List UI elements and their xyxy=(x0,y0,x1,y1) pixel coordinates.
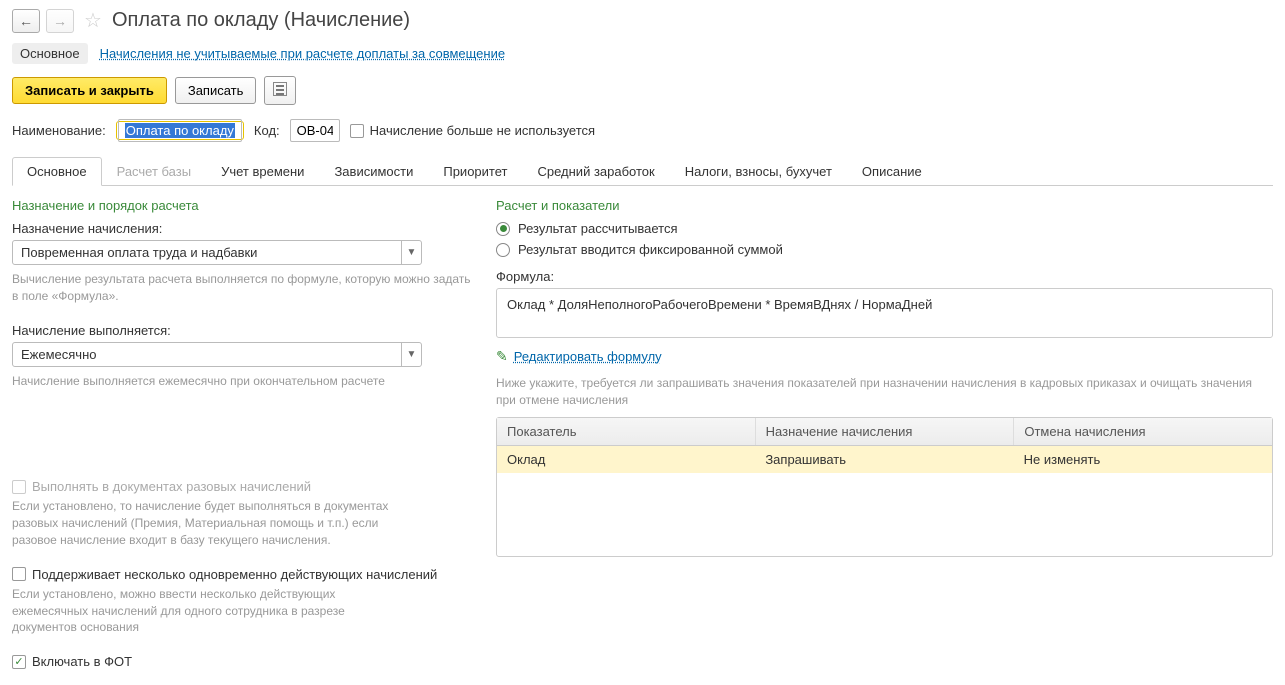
tab-avg[interactable]: Средний заработок xyxy=(522,157,669,186)
chevron-down-icon[interactable]: ▼ xyxy=(401,241,421,264)
list-icon xyxy=(273,82,287,96)
report-button[interactable] xyxy=(264,76,296,105)
favorite-star-icon[interactable]: ☆ xyxy=(84,8,102,33)
purpose-label: Назначение начисления: xyxy=(12,221,472,236)
cell-indicator: Оклад xyxy=(497,446,755,473)
code-label: Код: xyxy=(254,123,280,138)
formula-label: Формула: xyxy=(496,269,1273,284)
multi-label: Поддерживает несколько одновременно дейс… xyxy=(32,567,437,582)
forward-button[interactable]: → xyxy=(46,9,74,33)
exec-label: Начисление выполняется: xyxy=(12,323,472,338)
col-indicator[interactable]: Показатель xyxy=(497,418,756,445)
tab-desc[interactable]: Описание xyxy=(847,157,937,186)
unused-label: Начисление больше не используется xyxy=(370,123,595,138)
col-cancel[interactable]: Отмена начисления xyxy=(1014,418,1272,445)
left-section-title: Назначение и порядок расчета xyxy=(12,198,472,213)
tab-main[interactable]: Основное xyxy=(12,157,102,186)
multi-hint: Если установлено, можно ввести несколько… xyxy=(12,586,392,636)
tab-time[interactable]: Учет времени xyxy=(206,157,319,186)
purpose-hint: Вычисление результата расчета выполняетс… xyxy=(12,271,472,305)
exec-value: Ежемесячно xyxy=(13,343,401,366)
right-section-title: Расчет и показатели xyxy=(496,198,1273,213)
unused-checkbox[interactable] xyxy=(350,124,364,138)
radio-calculated[interactable] xyxy=(496,222,510,236)
pencil-icon: ✎ xyxy=(496,348,508,365)
radio-fixed-label: Результат вводится фиксированной суммой xyxy=(518,242,783,257)
content-tabs: Основное Расчет базы Учет времени Зависи… xyxy=(12,156,1273,186)
edit-formula-link[interactable]: Редактировать формулу xyxy=(514,349,662,364)
tab-tax[interactable]: Налоги, взносы, бухучет xyxy=(670,157,847,186)
formula-box[interactable]: Оклад * ДоляНеполногоРабочегоВремени * В… xyxy=(496,288,1273,338)
radio-fixed[interactable] xyxy=(496,243,510,257)
exec-hint: Начисление выполняется ежемесячно при ок… xyxy=(12,373,472,390)
fot-checkbox[interactable]: ✓ xyxy=(12,655,26,669)
table-row[interactable]: Оклад Запрашивать Не изменять xyxy=(497,446,1272,473)
cell-cancel: Не изменять xyxy=(1014,446,1272,473)
top-link-unaccounted[interactable]: Начисления не учитываемые при расчете до… xyxy=(100,46,506,61)
multi-checkbox[interactable] xyxy=(12,567,26,581)
name-label: Наименование: xyxy=(12,123,106,138)
tab-deps[interactable]: Зависимости xyxy=(319,157,428,186)
save-button[interactable]: Записать xyxy=(175,77,257,104)
cell-assign: Запрашивать xyxy=(755,446,1013,473)
col-assign[interactable]: Назначение начисления xyxy=(756,418,1015,445)
purpose-dropdown[interactable]: Повременная оплата труда и надбавки ▼ xyxy=(12,240,422,265)
tab-priority[interactable]: Приоритет xyxy=(428,157,522,186)
onetime-hint: Если установлено, то начисление будет вы… xyxy=(12,498,392,548)
purpose-value: Повременная оплата труда и надбавки xyxy=(13,241,401,264)
radio-calculated-label: Результат рассчитывается xyxy=(518,221,678,236)
onetime-label: Выполнять в документах разовых начислени… xyxy=(32,479,311,494)
tab-base[interactable]: Расчет базы xyxy=(102,157,207,186)
page-title: Оплата по окладу (Начисление) xyxy=(112,9,410,32)
back-button[interactable]: ← xyxy=(12,9,40,33)
top-tab-main[interactable]: Основное xyxy=(12,43,88,64)
indicators-table: Показатель Назначение начисления Отмена … xyxy=(496,417,1273,557)
save-and-close-button[interactable]: Записать и закрыть xyxy=(12,77,167,104)
onetime-checkbox xyxy=(12,480,26,494)
code-input[interactable] xyxy=(290,119,340,142)
name-input[interactable]: Оплата по окладу xyxy=(118,119,242,142)
table-hint: Ниже укажите, требуется ли запрашивать з… xyxy=(496,375,1273,409)
fot-label: Включать в ФОТ xyxy=(32,654,132,669)
exec-dropdown[interactable]: Ежемесячно ▼ xyxy=(12,342,422,367)
chevron-down-icon[interactable]: ▼ xyxy=(401,343,421,366)
